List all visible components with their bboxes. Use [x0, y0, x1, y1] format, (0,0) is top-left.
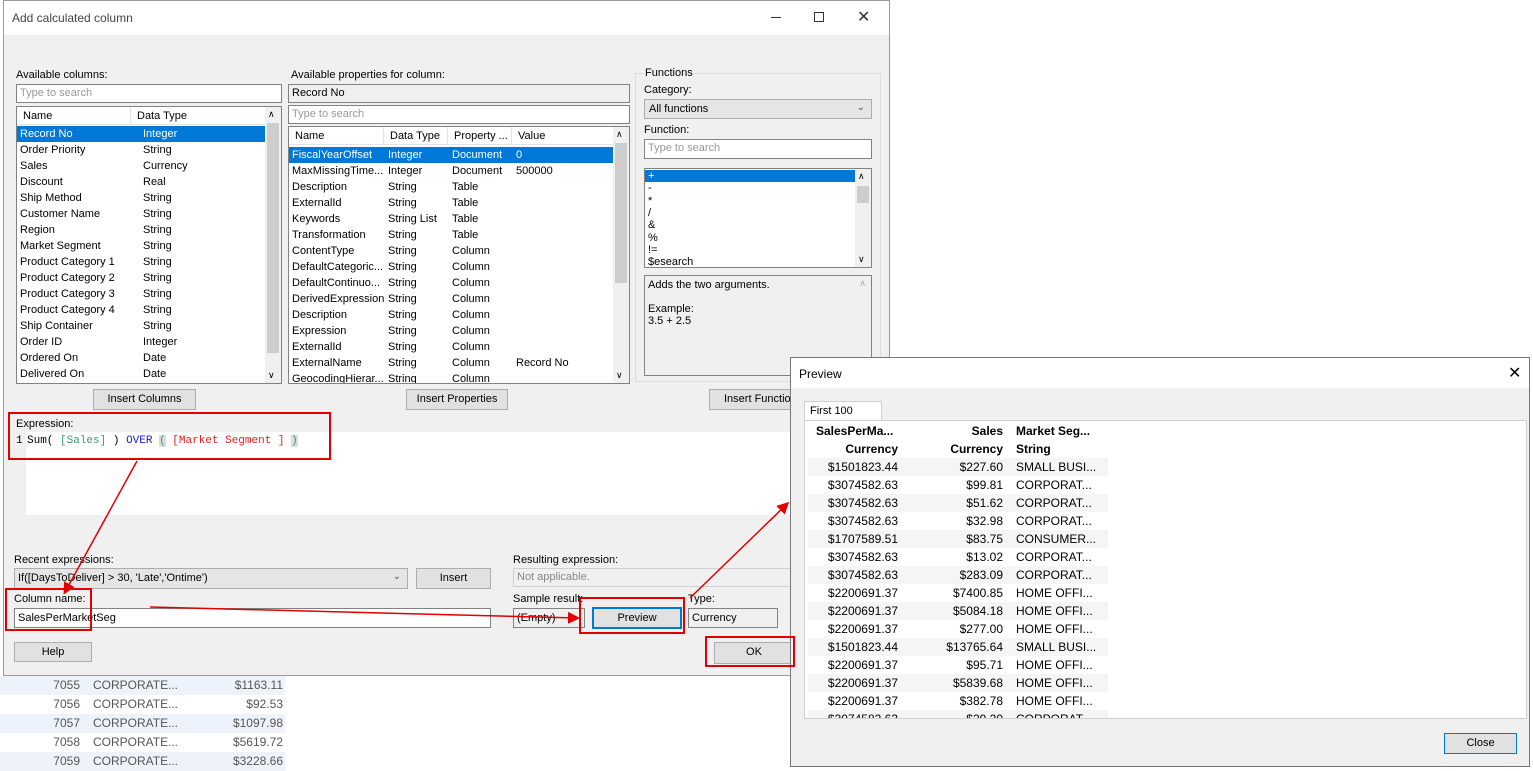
highlight-column-name: [5, 588, 92, 631]
annotation-overlay: [5, 412, 795, 667]
highlight-ok: [705, 636, 795, 667]
arrow-name-to-preview: [149, 606, 580, 624]
highlight-expression: [8, 412, 331, 460]
arrow-preview-to-grid: [689, 501, 790, 599]
arrow-expression-to-name: [63, 460, 138, 595]
highlight-preview: [579, 597, 685, 634]
